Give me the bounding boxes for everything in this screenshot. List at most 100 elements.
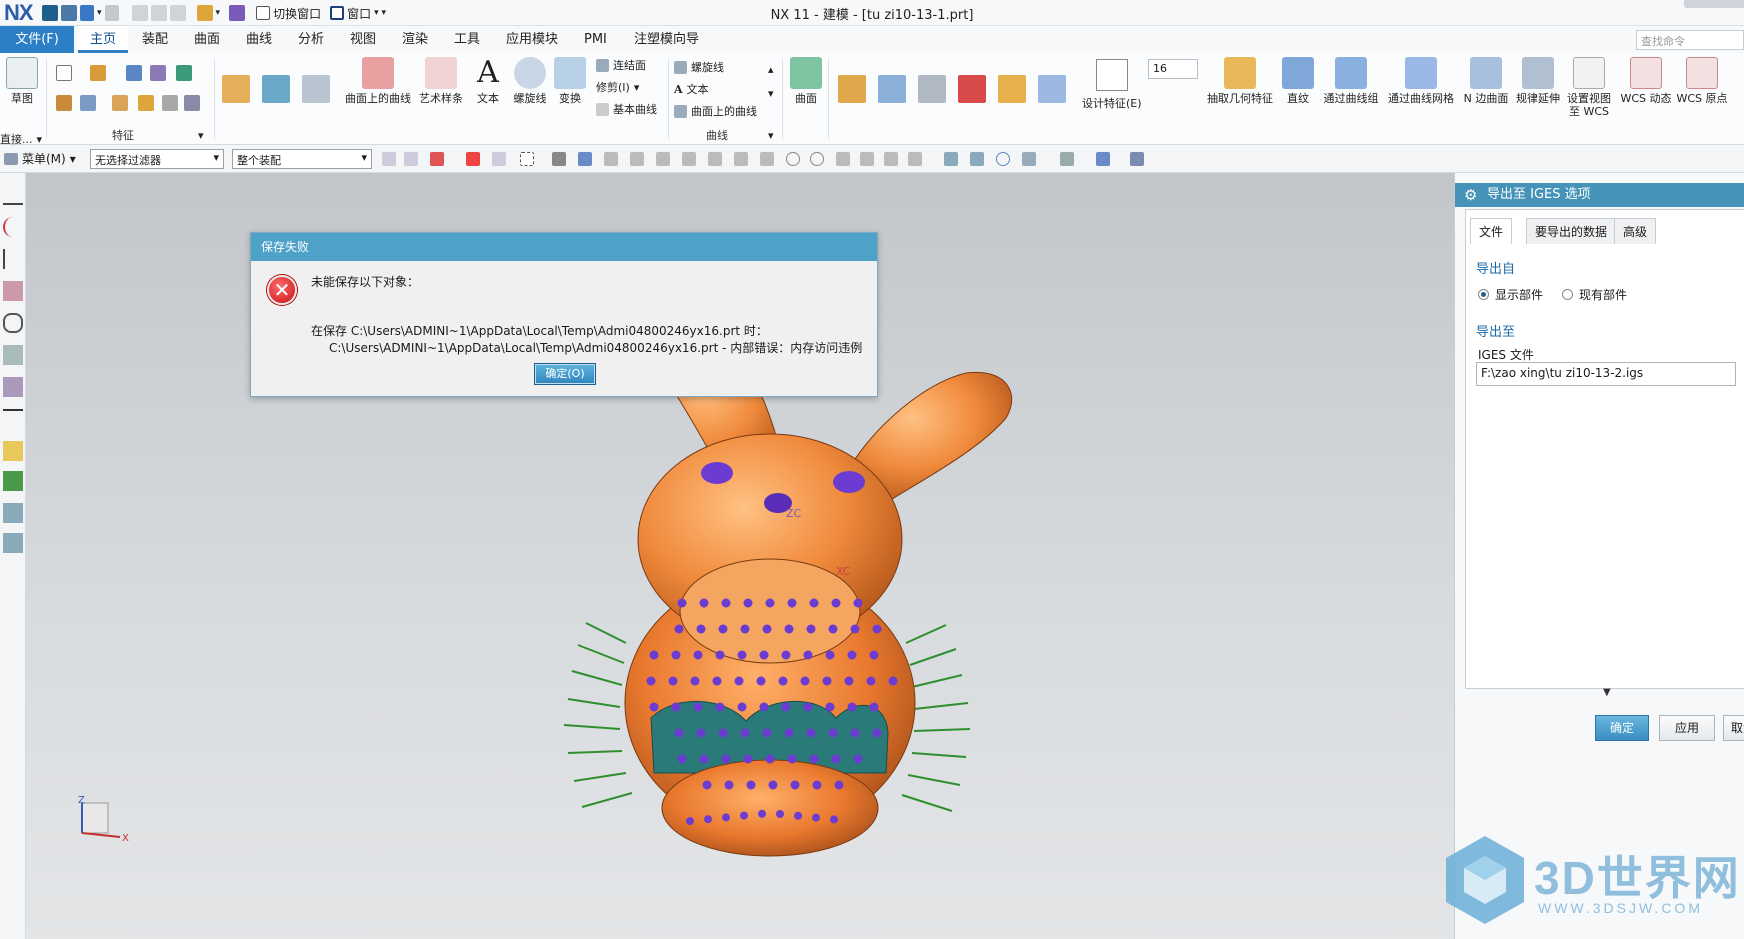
design-feature-button[interactable]: 设计特征(E) [1082,95,1142,111]
selection-scope-select[interactable]: 整个装配 [232,149,372,169]
history-icon[interactable] [3,377,23,397]
trim-button[interactable]: 修剪(I) ▾ [596,79,639,95]
design-feature-icon[interactable] [1096,59,1128,91]
apply-button[interactable]: 应用 [1659,715,1715,741]
cancel-button[interactable]: 取消 [1723,715,1744,741]
snap-point-icon[interactable] [430,152,444,166]
ok-button[interactable]: 确定 [1595,715,1649,741]
thicken-icon[interactable] [262,75,290,103]
curve-on-surface-small-button[interactable]: 曲面上的曲线 [674,103,757,119]
curve-on-surface-button[interactable]: 曲面上的曲线 [344,57,412,105]
block-icon[interactable] [126,65,142,81]
curve-select-icon[interactable] [656,152,670,166]
tab-view[interactable]: 视图 [348,26,378,53]
bridge-curve-button[interactable]: 连结面 [596,57,646,73]
curve-group-dropdown[interactable]: ▾ [768,129,774,142]
wcs-origin-button[interactable]: WCS 原点 [1676,57,1728,105]
set-view-to-wcs-button[interactable]: 设置视图 至 WCS [1566,57,1612,118]
hd3d-tools-icon[interactable] [3,313,23,333]
quadrant-snap-icon[interactable] [810,152,824,166]
constraint-navigator-icon[interactable] [3,217,23,237]
curve-scroll-up[interactable]: ▴ [768,63,774,76]
zoom-icon[interactable] [970,152,984,166]
selection-intent-icon[interactable] [404,152,418,166]
offset-face-icon[interactable] [222,75,250,103]
center-snap-icon[interactable] [786,152,800,166]
point-on-curve-snap-icon[interactable] [860,152,874,166]
control-point-snap-icon[interactable] [760,152,774,166]
body-select-icon[interactable] [578,152,592,166]
menu-button[interactable]: 菜单(M) ▾ [4,150,76,167]
rotate-icon[interactable] [996,152,1010,166]
datum-plane-icon[interactable] [56,65,72,81]
tab-tools[interactable]: 工具 [452,26,482,53]
quick-pick-icon[interactable] [466,152,480,166]
select-all-icon[interactable] [492,152,506,166]
through-curve-mesh-button[interactable]: 通过曲线网格 [1386,57,1456,105]
basic-curves-button[interactable]: 基本曲线 [596,101,657,117]
face-select-icon[interactable] [604,152,618,166]
through-curves-button[interactable]: 通过曲线组 [1322,57,1380,105]
ruled-button[interactable]: 直纹 [1280,57,1316,105]
tab-application[interactable]: 应用模块 [504,26,560,53]
intersect-icon[interactable] [112,95,128,111]
bounded-grid-snap-icon[interactable] [908,152,922,166]
file-menu-tab[interactable]: 文件(F) [0,26,74,53]
assembly-navigator-icon[interactable] [3,185,23,205]
tab-surface[interactable]: 曲面 [192,26,222,53]
sync-move-icon[interactable] [838,75,866,103]
helix-small-button[interactable]: 螺旋线 [674,59,724,75]
tab-data-to-export[interactable]: 要导出的数据 [1526,218,1617,244]
feature-select-icon[interactable] [552,152,566,166]
curve-scroll-down[interactable]: ▾ [768,87,774,100]
sync-offset-icon[interactable] [878,75,906,103]
n-sided-button[interactable]: N 边曲面 [1462,57,1510,105]
text-small-button[interactable]: A 文本 [674,81,709,97]
command-search-input[interactable]: 查找命令 [1636,30,1744,50]
edit-object-display-icon[interactable] [1096,152,1110,166]
reuse-library-icon[interactable] [3,281,23,301]
intersection-snap-icon[interactable] [836,152,850,166]
chamfer-icon[interactable] [162,95,178,111]
more-options-icon[interactable]: ▼ [1603,687,1611,698]
tab-pmi[interactable]: PMI [582,26,609,53]
selection-filter-icon[interactable] [382,152,396,166]
point-on-face-snap-icon[interactable] [884,152,898,166]
tab-mold-wizard[interactable]: 注塑模向导 [632,26,701,53]
edge-blend-icon[interactable] [138,95,154,111]
wcs-dynamic-button[interactable]: WCS 动态 [1620,57,1672,105]
feature-group-dropdown[interactable]: ▾ [198,129,204,142]
show-hide-icon[interactable] [1130,152,1144,166]
point-select-icon[interactable] [682,152,696,166]
tab-assembly[interactable]: 装配 [140,26,170,53]
hole-icon[interactable] [176,65,192,81]
sync-replace-icon[interactable] [918,75,946,103]
text-button[interactable]: A 文本 [472,57,504,106]
render-style-icon[interactable] [1060,152,1074,166]
dialog-ok-button[interactable]: 确定(O) [534,363,596,385]
tab-render[interactable]: 渲染 [400,26,430,53]
font-size-select[interactable]: 16 [1148,59,1198,79]
iges-file-input[interactable]: F:\zao xing\tu zi10-13-2.igs [1476,362,1736,386]
web-browser-icon[interactable] [3,345,23,365]
box-select-icon[interactable] [520,152,534,166]
edge-select-icon[interactable] [630,152,644,166]
helix-button[interactable]: 螺旋线 [512,57,548,105]
tab-advanced[interactable]: 高级 [1614,218,1657,244]
fit-view-icon[interactable] [944,152,958,166]
endpoint-snap-icon[interactable] [708,152,722,166]
extract-geometry-button[interactable]: 抽取几何特征 [1206,57,1274,105]
art-spline-button[interactable]: 艺术样条 [418,57,464,105]
extrude-icon[interactable] [90,65,106,81]
graphics-window[interactable]: ZC XC Z X 保存失败 ✕ 未能保存以下对象： 在保存 C:\Users\… [26,173,1454,939]
sync-delete-icon[interactable] [998,75,1026,103]
midpoint-snap-icon[interactable] [734,152,748,166]
subtract-icon[interactable] [80,95,96,111]
tab-file[interactable]: 文件 [1470,218,1513,244]
surface-button[interactable]: 曲面 [790,57,822,105]
roles-icon[interactable] [3,503,23,523]
radio-displayed-part[interactable]: 显示部件 [1478,286,1543,303]
transform-button[interactable]: 变换 [554,57,586,105]
manufacturing-wizard-icon[interactable] [3,471,23,491]
tab-home[interactable]: 主页 [78,26,129,53]
